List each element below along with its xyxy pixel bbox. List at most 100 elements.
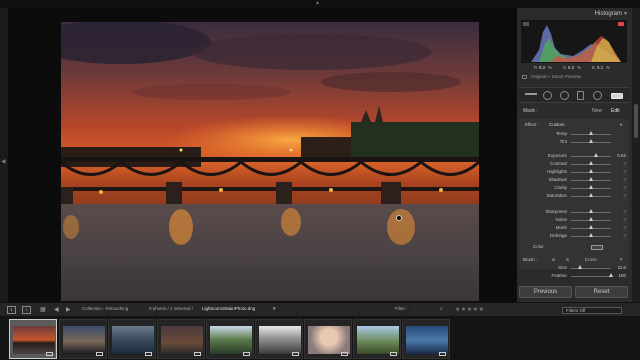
filter-preset-select[interactable]: Filters Off xyxy=(562,307,622,314)
slider-track[interactable] xyxy=(571,276,611,277)
thumbnail[interactable] xyxy=(304,319,352,359)
graduated-filter-tool-icon[interactable] xyxy=(577,91,584,100)
slider-knob[interactable] xyxy=(578,265,582,269)
thumbnail[interactable] xyxy=(255,319,303,359)
histogram-header[interactable]: Histogram ▼ xyxy=(520,10,628,20)
slider-row[interactable]: Temp xyxy=(519,131,629,138)
slider-knob[interactable] xyxy=(589,209,593,213)
slider-value[interactable]: 11.0 xyxy=(618,265,626,270)
thumbnail-image[interactable] xyxy=(210,326,252,354)
thumbnail-image[interactable] xyxy=(13,326,55,354)
slider-knob[interactable] xyxy=(589,225,593,229)
slider-row[interactable]: Exposure 0.62 xyxy=(519,153,629,160)
slider-knob[interactable] xyxy=(589,177,593,181)
grid-view-icon[interactable]: ▦ xyxy=(40,306,46,313)
view-2-button[interactable]: 2 xyxy=(22,306,31,314)
slider-row[interactable]: Size 11.0 xyxy=(519,265,629,272)
reset-button[interactable]: Reset xyxy=(575,286,628,298)
mask-new-button[interactable]: New xyxy=(592,108,602,114)
mask-edit-button[interactable]: Edit xyxy=(611,108,620,114)
slider-value[interactable]: 0 xyxy=(623,169,626,174)
filename-dropdown-icon[interactable]: ▼ xyxy=(272,306,276,314)
slider-knob[interactable] xyxy=(589,161,593,165)
brush-erase-tab[interactable]: Erase xyxy=(585,257,597,262)
thumbnail[interactable] xyxy=(402,319,450,359)
thumbnail[interactable] xyxy=(206,319,254,359)
slider-value[interactable]: 0 xyxy=(623,193,626,198)
view-1-button[interactable]: 1 xyxy=(7,306,16,314)
thumbnail-image[interactable] xyxy=(63,326,105,354)
thumbnail[interactable] xyxy=(108,319,156,359)
left-panel-strip[interactable]: ◀ xyxy=(0,8,8,302)
slider-row[interactable]: Saturation 0 xyxy=(519,193,629,200)
slider-row[interactable]: Sharpness 0 xyxy=(519,209,629,216)
thumbnail[interactable] xyxy=(353,319,401,359)
slider-row[interactable]: Noise 0 xyxy=(519,217,629,224)
slider-value[interactable]: 0 xyxy=(623,217,626,222)
slider-row[interactable]: Tint xyxy=(519,139,629,146)
slider-value[interactable]: 0 xyxy=(623,177,626,182)
left-panel-toggle-icon[interactable]: ◀ xyxy=(1,158,6,165)
right-panel-scrollbar[interactable] xyxy=(632,8,640,302)
top-panel-toggle-icon[interactable]: ▲ xyxy=(315,0,320,6)
slider-knob[interactable] xyxy=(609,273,613,277)
rating-comparator[interactable]: ≥ xyxy=(440,306,442,314)
slider-knob[interactable] xyxy=(589,131,593,135)
collapse-triangle-icon[interactable]: ▼ xyxy=(623,11,628,17)
slider-knob[interactable] xyxy=(589,233,593,237)
color-swatch[interactable] xyxy=(591,245,603,250)
thumbnail-image[interactable] xyxy=(161,326,203,354)
thumbnail[interactable] xyxy=(157,319,205,359)
image-canvas[interactable] xyxy=(8,8,516,302)
slider-row[interactable]: Feather 100 xyxy=(519,273,629,280)
slider-row[interactable]: Clarity 0 xyxy=(519,185,629,192)
brush-b-tab[interactable]: B xyxy=(566,257,569,262)
red-eye-tool-icon[interactable] xyxy=(560,91,569,100)
thumbnail-image[interactable] xyxy=(308,326,350,354)
slider-knob[interactable] xyxy=(593,153,598,157)
back-arrow-icon[interactable]: ◀ xyxy=(54,306,59,313)
brush-collapse-icon[interactable]: ▼ xyxy=(619,257,623,262)
slider-track[interactable] xyxy=(571,268,611,269)
previous-button[interactable]: Previous xyxy=(519,286,572,298)
thumbnail-image[interactable] xyxy=(357,326,399,354)
slider-row[interactable]: Shadows 0 xyxy=(519,177,629,184)
radial-filter-tool-icon[interactable] xyxy=(593,91,602,100)
current-filename[interactable]: LightroomSMainPhoto.dng xyxy=(202,306,255,314)
slider-value[interactable]: 100 xyxy=(618,273,626,278)
crop-tool-icon[interactable] xyxy=(525,93,537,95)
effect-preset-dropdown[interactable]: Custom xyxy=(549,122,565,127)
slider-knob[interactable] xyxy=(589,217,593,221)
thumbnail-image[interactable] xyxy=(112,326,154,354)
brush-a-tab[interactable]: A xyxy=(552,257,555,262)
slider-knob[interactable] xyxy=(589,185,593,189)
slider-row[interactable]: Defringe 0 xyxy=(519,233,629,240)
slider-row[interactable]: Moiré 0 xyxy=(519,225,629,232)
slider-value[interactable]: 0 xyxy=(623,233,626,238)
thumbnail[interactable] xyxy=(9,319,57,359)
collection-label[interactable]: Collection : Retouching xyxy=(82,306,128,314)
right-panel-scrollbar-thumb[interactable] xyxy=(634,104,638,138)
thumbnail-image[interactable] xyxy=(259,326,301,354)
slider-knob[interactable] xyxy=(589,193,593,197)
rating-filter-stars[interactable]: ★★★★★ xyxy=(455,306,484,313)
lock-icon[interactable]: ◌ xyxy=(414,306,417,314)
paris-sunset-photo[interactable] xyxy=(61,22,479,301)
effect-collapse-icon[interactable]: ▼ xyxy=(619,122,623,127)
slider-value[interactable]: 0 xyxy=(623,225,626,230)
spot-removal-tool-icon[interactable] xyxy=(543,91,552,100)
forward-arrow-icon[interactable]: ▶ xyxy=(66,306,71,313)
slider-knob[interactable] xyxy=(589,169,593,173)
slider-value[interactable]: 0 xyxy=(623,185,626,190)
thumbnail[interactable] xyxy=(59,319,107,359)
slider-value[interactable]: 0 xyxy=(623,209,626,214)
slider-value[interactable]: 0 xyxy=(623,161,626,166)
slider-knob[interactable] xyxy=(589,139,593,143)
slider-row[interactable]: Highlights 0 xyxy=(519,169,629,176)
top-panel-strip[interactable]: ▲ xyxy=(0,0,640,8)
slider-track[interactable] xyxy=(571,156,611,157)
slider-row[interactable]: Contrast 0 xyxy=(519,161,629,168)
adjustment-brush-tool-icon[interactable] xyxy=(611,93,623,99)
slider-value[interactable]: 0.62 xyxy=(617,153,626,158)
thumbnail-image[interactable] xyxy=(406,326,448,354)
